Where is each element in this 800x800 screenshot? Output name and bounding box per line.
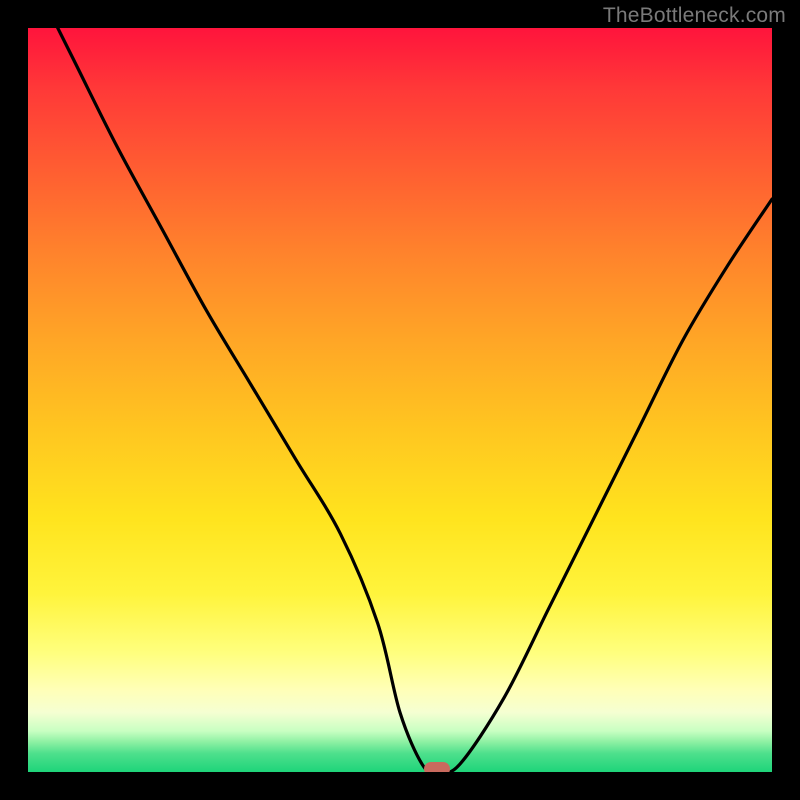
chart-frame: TheBottleneck.com bbox=[0, 0, 800, 800]
optimal-marker bbox=[424, 762, 450, 772]
attribution-text: TheBottleneck.com bbox=[603, 4, 786, 28]
bottleneck-curve bbox=[28, 28, 772, 772]
plot-area bbox=[28, 28, 772, 772]
